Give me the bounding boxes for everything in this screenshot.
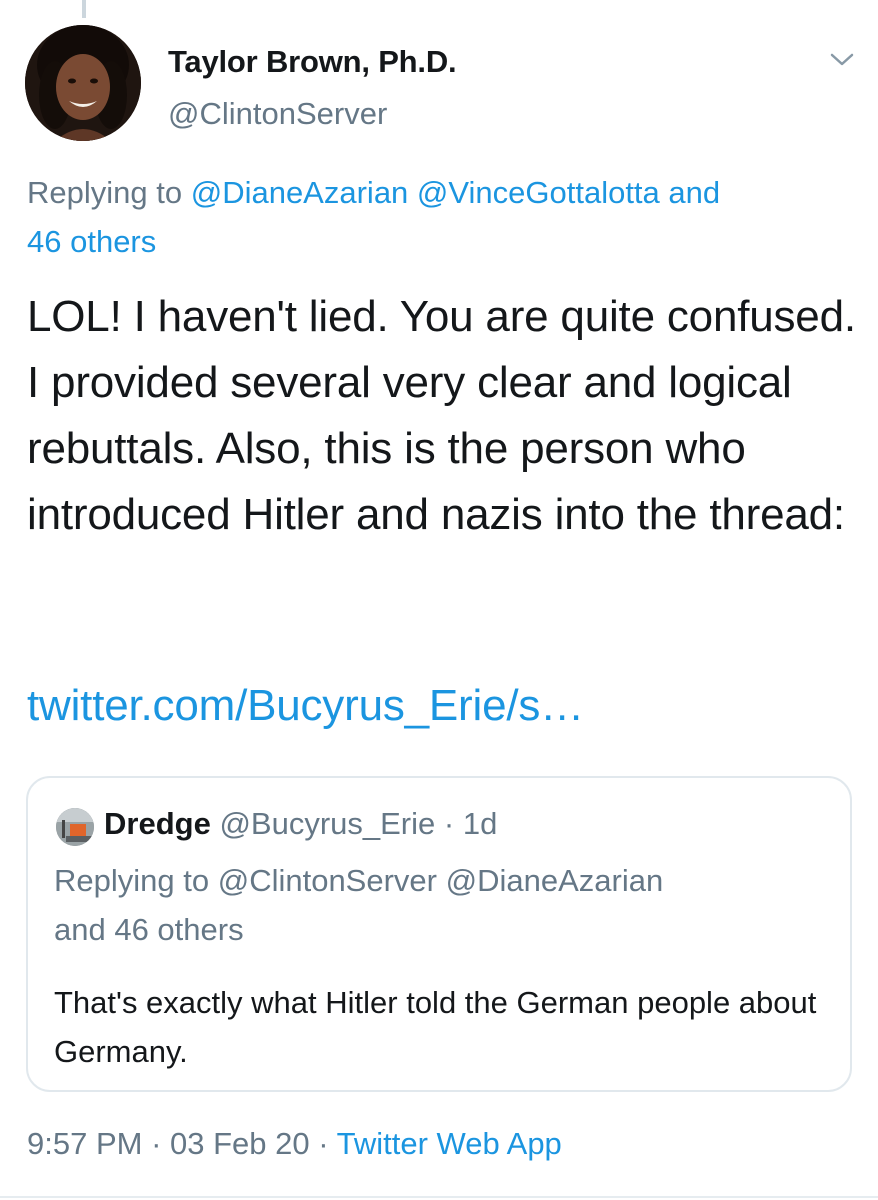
- quoted-replying-to-prefix: Replying to: [54, 863, 210, 898]
- quoted-mention: @ClintonServer: [217, 863, 437, 898]
- divider: [0, 1196, 878, 1198]
- thread-connector-line: [82, 0, 86, 18]
- tweet-menu-button[interactable]: [824, 46, 860, 74]
- replying-to-prefix: Replying to: [27, 175, 183, 210]
- chevron-down-icon: [830, 53, 854, 66]
- separator-dot: ·: [318, 1126, 329, 1161]
- others-link[interactable]: 46 others: [27, 224, 156, 259]
- replying-to: Replying to @DianeAzarian @VinceGottalot…: [27, 168, 857, 266]
- quoted-author-handle: @Bucyrus_Erie: [219, 806, 436, 841]
- tweet-url-link[interactable]: twitter.com/Bucyrus_Erie/s…: [27, 676, 584, 736]
- quoted-tweet-header: Dredge @Bucyrus_Erie · 1d: [104, 804, 497, 844]
- quoted-mention: @DianeAzarian: [445, 863, 664, 898]
- tweet-source-link[interactable]: Twitter Web App: [337, 1126, 562, 1161]
- quoted-replying-to: Replying to @ClintonServer @DianeAzarian…: [54, 856, 834, 954]
- quoted-others: and 46 others: [54, 912, 244, 947]
- author-avatar[interactable]: [25, 25, 141, 141]
- tweet-text: LOL! I haven't lied. You are quite confu…: [27, 292, 856, 539]
- quoted-tweet-card[interactable]: Dredge @Bucyrus_Erie · 1d Replying to @C…: [26, 776, 852, 1092]
- author-info: Taylor Brown, Ph.D. @ClintonServer: [168, 44, 457, 132]
- quoted-author-avatar: [56, 808, 94, 846]
- profile-photo-icon: [25, 25, 141, 141]
- tweet-time[interactable]: 9:57 PM: [27, 1126, 142, 1161]
- quoted-tweet-text: That's exactly what Hitler told the Germ…: [54, 985, 817, 1069]
- mention-link[interactable]: @DianeAzarian: [191, 175, 409, 210]
- mention-and-text[interactable]: and: [668, 175, 720, 210]
- mention-link[interactable]: @VinceGottalotta: [417, 175, 660, 210]
- tweet-date[interactable]: 03 Feb 20: [170, 1126, 310, 1161]
- quoted-tweet-time: 1d: [462, 806, 498, 841]
- separator-dot: ·: [443, 806, 455, 841]
- profile-photo-icon: [56, 808, 94, 846]
- author-handle[interactable]: @ClintonServer: [168, 96, 456, 132]
- author-display-name[interactable]: Taylor Brown, Ph.D.: [168, 44, 457, 80]
- separator-dot: ·: [151, 1126, 162, 1161]
- tweet-metadata: 9:57 PM · 03 Feb 20 · Twitter Web App: [27, 1122, 562, 1166]
- tweet-detail: Taylor Brown, Ph.D. @ClintonServer Reply…: [0, 0, 878, 1200]
- quoted-author-name: Dredge: [104, 806, 211, 841]
